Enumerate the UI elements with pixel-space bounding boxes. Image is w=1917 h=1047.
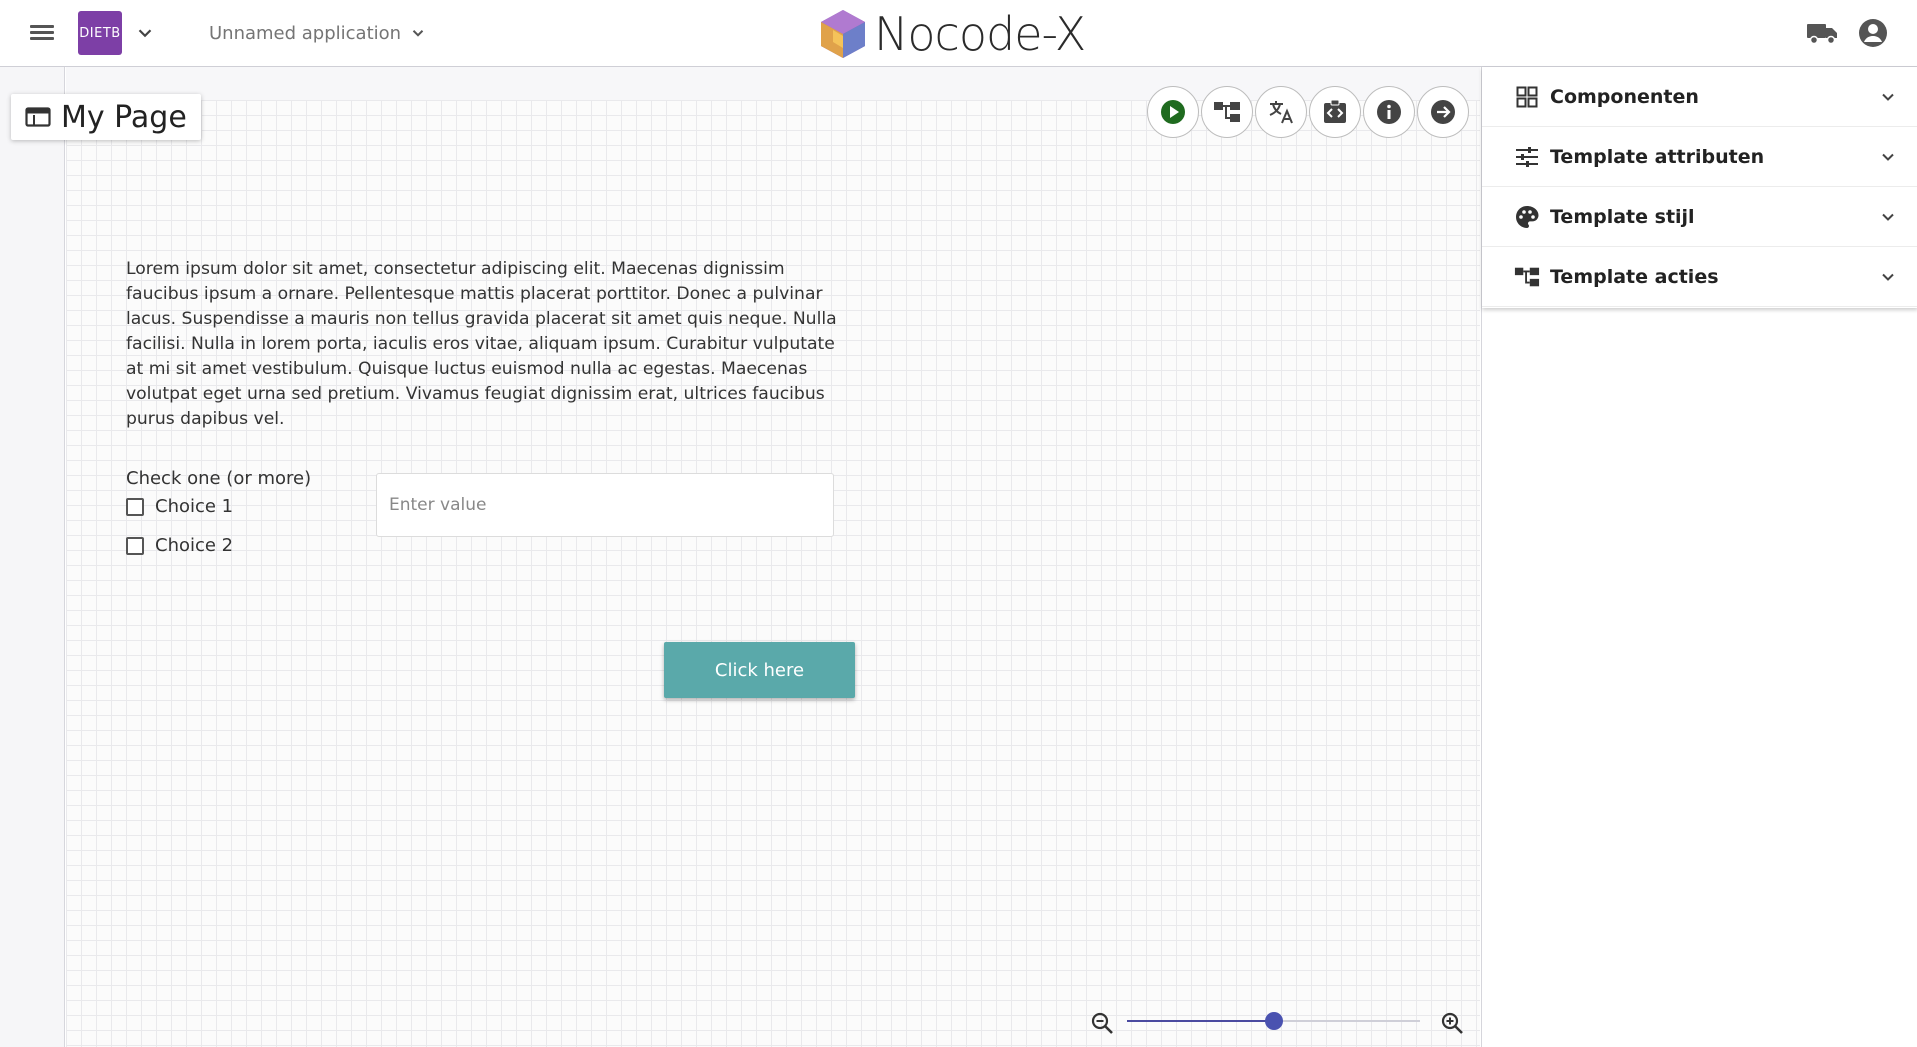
logo: Nocode-X — [818, 6, 1086, 62]
translate-icon — [1269, 101, 1293, 124]
section-label: Template attributen — [1550, 145, 1765, 168]
navigate-button[interactable] — [1417, 86, 1469, 138]
choice-1-checkbox[interactable]: Choice 1 — [126, 496, 233, 517]
zoom-slider-fill — [1127, 1020, 1274, 1022]
section-template-attributen[interactable]: Template attributen — [1482, 127, 1917, 187]
structure-button[interactable] — [1201, 86, 1253, 138]
section-label: Template stijl — [1550, 205, 1695, 228]
properties-accordion: Componenten Template attributen Template… — [1482, 67, 1917, 308]
chevron-down-icon — [1882, 153, 1894, 161]
info-icon — [1377, 100, 1401, 124]
page-icon — [25, 107, 51, 127]
chevron-down-icon — [412, 30, 424, 37]
play-icon — [1161, 100, 1185, 124]
choice-label: Choice 1 — [155, 496, 234, 517]
application-select[interactable]: Unnamed application — [209, 20, 427, 46]
application-name: Unnamed application — [209, 22, 402, 44]
sliders-icon — [1514, 144, 1540, 170]
truck-icon[interactable] — [1806, 20, 1838, 46]
app-badge[interactable]: DIETB — [78, 11, 122, 55]
tree-icon — [1514, 264, 1540, 290]
checkbox-icon — [126, 536, 144, 555]
left-gutter — [0, 67, 65, 1047]
grid-icon — [1514, 84, 1540, 110]
code-icon — [1324, 99, 1346, 123]
properties-panel: Componenten Template attributen Template… — [1481, 67, 1917, 1047]
canvas-toolbar — [1147, 86, 1469, 138]
chevron-down-icon — [1882, 93, 1894, 101]
choice-label: Choice 2 — [155, 535, 234, 556]
zoom-slider[interactable] — [1127, 1012, 1420, 1030]
section-template-stijl[interactable]: Template stijl — [1482, 187, 1917, 247]
section-label: Template acties — [1550, 265, 1719, 288]
lorem-paragraph: Lorem ipsum dolor sit amet, consectetur … — [126, 259, 837, 429]
chevron-down-icon — [1882, 213, 1894, 221]
click-here-button[interactable]: Click here — [664, 642, 855, 698]
zoom-slider-thumb[interactable] — [1264, 1012, 1283, 1030]
section-template-acties[interactable]: Template acties — [1482, 247, 1917, 307]
zoom-in-icon[interactable] — [1440, 1011, 1464, 1035]
run-button[interactable] — [1147, 86, 1199, 138]
info-button[interactable] — [1363, 86, 1415, 138]
page-title-tab[interactable]: My Page — [11, 94, 201, 140]
account-icon[interactable] — [1858, 18, 1888, 48]
chevron-down-icon[interactable] — [134, 22, 156, 44]
choice-2-checkbox[interactable]: Choice 2 — [126, 535, 233, 556]
page-title: My Page — [61, 99, 187, 135]
tree-icon — [1214, 102, 1240, 122]
top-bar: DIETB Unnamed application Nocode-X — [0, 0, 1917, 67]
code-button[interactable] — [1309, 86, 1361, 138]
value-input[interactable] — [376, 473, 834, 537]
page-canvas[interactable] — [66, 100, 1480, 1047]
zoom-out-icon[interactable] — [1090, 1011, 1114, 1035]
arrow-right-icon — [1431, 100, 1455, 124]
section-componenten[interactable]: Componenten — [1482, 67, 1917, 127]
logo-cube-icon — [821, 10, 865, 58]
checkbox-icon — [126, 497, 144, 516]
checkbox-group-label: Check one (or more) — [126, 468, 312, 489]
translate-button[interactable] — [1255, 86, 1307, 138]
chevron-down-icon — [1882, 273, 1894, 281]
logo-text: Nocode-X — [874, 7, 1086, 61]
section-label: Componenten — [1550, 85, 1699, 108]
menu-icon[interactable] — [28, 22, 56, 46]
palette-icon — [1514, 204, 1540, 230]
